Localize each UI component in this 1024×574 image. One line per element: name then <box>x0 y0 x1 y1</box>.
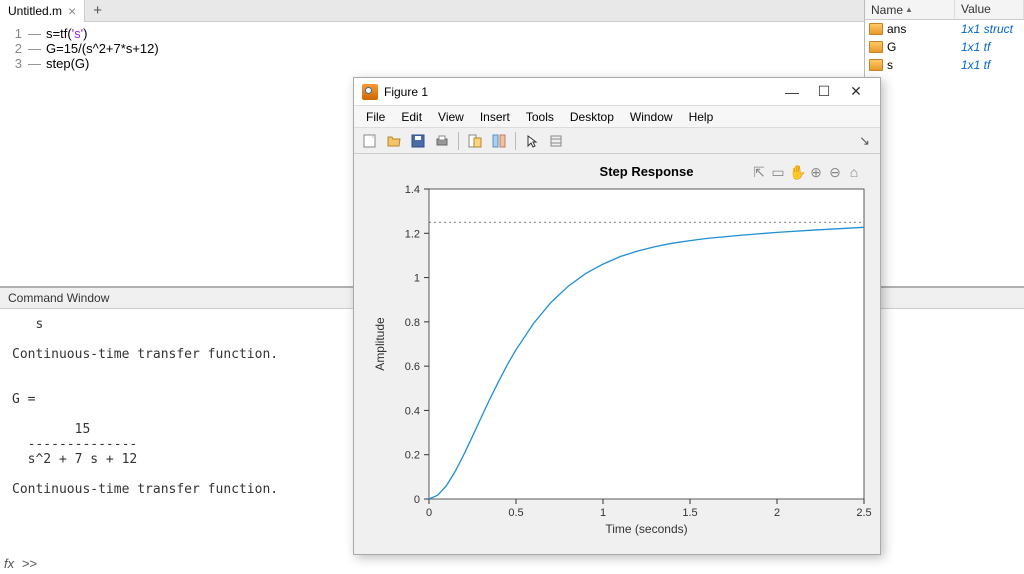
plot-area[interactable]: ⇱ ▭ ✋ ⊕ ⊖ ⌂ Step Response00.511.522.500.… <box>354 154 880 554</box>
figure-window[interactable]: Figure 1 — ☐ ✕ FileEditViewInsertToolsDe… <box>353 77 881 555</box>
workspace-pane: Name▲ Value ans1x1 structG1x1 tfs1x1 tf <box>865 0 1024 286</box>
figure-toolbar: ↘ <box>354 128 880 154</box>
svg-text:1.2: 1.2 <box>405 228 420 240</box>
svg-text:0.8: 0.8 <box>405 317 420 329</box>
data-cursor-icon[interactable] <box>465 131 485 151</box>
variable-icon <box>869 41 883 53</box>
menu-desktop[interactable]: Desktop <box>564 108 620 126</box>
menu-insert[interactable]: Insert <box>474 108 516 126</box>
figure-title: Figure 1 <box>384 85 776 99</box>
svg-text:0: 0 <box>426 507 432 519</box>
print-icon[interactable] <box>432 131 452 151</box>
svg-text:Amplitude: Amplitude <box>373 317 387 371</box>
command-prompt[interactable]: fx >> <box>4 556 37 572</box>
code-area[interactable]: 1—s=tf('s')2—G=15/(s^2+7*s+12)3—step(G) <box>0 22 864 75</box>
fx-icon: fx <box>4 556 14 571</box>
workspace-row[interactable]: G1x1 tf <box>865 38 1024 56</box>
svg-text:Time (seconds): Time (seconds) <box>605 522 687 536</box>
workspace-row[interactable]: ans1x1 struct <box>865 20 1024 38</box>
svg-text:0.5: 0.5 <box>508 507 523 519</box>
toolbar-chevron-icon[interactable]: ↘ <box>859 133 874 149</box>
menu-help[interactable]: Help <box>683 108 720 126</box>
menu-window[interactable]: Window <box>624 108 679 126</box>
link-plot-icon[interactable] <box>489 131 509 151</box>
figure-titlebar[interactable]: Figure 1 — ☐ ✕ <box>354 78 880 106</box>
maximize-button[interactable]: ☐ <box>808 81 840 103</box>
editor-tab-bar: Untitled.m × + <box>0 0 864 22</box>
svg-text:2: 2 <box>774 507 780 519</box>
workspace-row[interactable]: s1x1 tf <box>865 56 1024 74</box>
svg-text:0.4: 0.4 <box>405 405 420 417</box>
workspace-header-value[interactable]: Value <box>955 0 1024 19</box>
step-response-chart: Step Response 0 0.5 1 1.5 2 2.5 0 0.2 0.4 0.6 0.8 1 1… <box>354 154 882 554</box>
svg-text:1: 1 <box>414 273 420 285</box>
close-button[interactable]: ✕ <box>840 81 872 103</box>
menu-view[interactable]: View <box>432 108 470 126</box>
svg-text:0.6: 0.6 <box>405 361 420 373</box>
svg-text:1.5: 1.5 <box>682 507 697 519</box>
code-line[interactable]: 2—G=15/(s^2+7*s+12) <box>0 41 864 56</box>
menu-file[interactable]: File <box>360 108 391 126</box>
svg-text:0.2: 0.2 <box>405 450 420 462</box>
svg-text:Step Response: Step Response <box>600 164 694 179</box>
svg-text:0: 0 <box>414 494 420 506</box>
svg-text:2.5: 2.5 <box>856 507 871 519</box>
new-figure-icon[interactable] <box>360 131 380 151</box>
code-line[interactable]: 1—s=tf('s') <box>0 26 864 41</box>
matlab-icon <box>362 84 378 100</box>
menu-tools[interactable]: Tools <box>520 108 560 126</box>
svg-text:1.4: 1.4 <box>405 184 420 196</box>
close-tab-icon[interactable]: × <box>68 3 76 19</box>
new-tab-button[interactable]: + <box>85 2 110 19</box>
minimize-button[interactable]: — <box>776 81 808 103</box>
save-icon[interactable] <box>408 131 428 151</box>
code-line[interactable]: 3—step(G) <box>0 56 864 71</box>
variable-icon <box>869 23 883 35</box>
editor-tab-label: Untitled.m <box>8 4 62 18</box>
editor-tab[interactable]: Untitled.m × <box>0 0 85 22</box>
variable-icon <box>869 59 883 71</box>
svg-text:1: 1 <box>600 507 606 519</box>
open-icon[interactable] <box>384 131 404 151</box>
insert-colorbar-icon[interactable] <box>546 131 566 151</box>
menu-edit[interactable]: Edit <box>395 108 428 126</box>
workspace-header-name[interactable]: Name▲ <box>865 0 955 19</box>
workspace-header: Name▲ Value <box>865 0 1024 20</box>
figure-menubar: FileEditViewInsertToolsDesktopWindowHelp <box>354 106 880 128</box>
pointer-icon[interactable] <box>522 131 542 151</box>
